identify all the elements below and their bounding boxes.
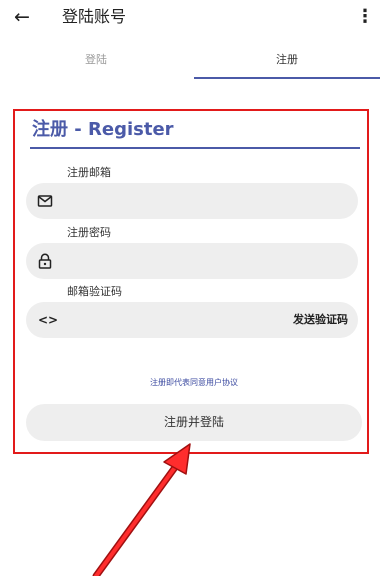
annotation-arrow [92,443,191,576]
